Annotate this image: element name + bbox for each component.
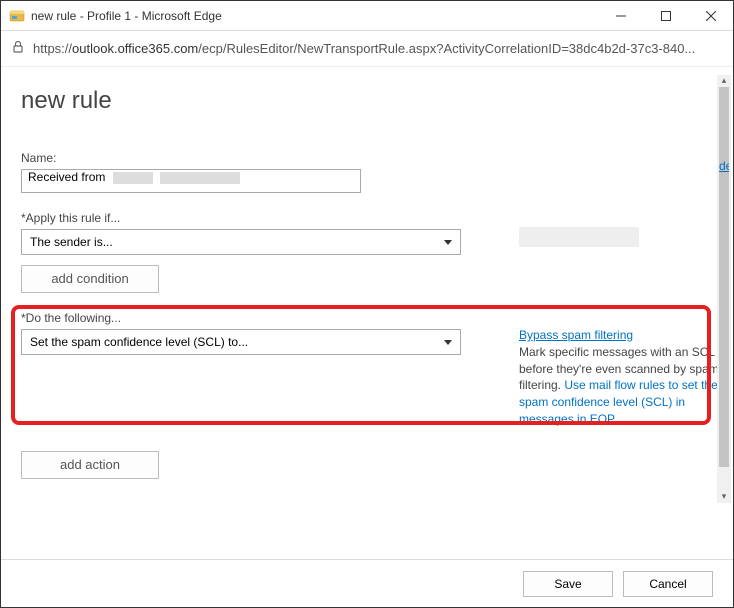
url-text[interactable]: https://outlook.office365.com/ecp/RulesE… (33, 41, 723, 56)
url-domain: outlook.office365.com (72, 41, 198, 56)
content-wrap: new rule Name: Received from *Apply this… (1, 67, 733, 607)
do-following-label: *Do the following... (21, 311, 703, 325)
add-action-button[interactable]: add action (21, 451, 159, 479)
redacted-box (519, 227, 639, 247)
bypass-spam-title-link[interactable]: Bypass spam filtering (519, 328, 633, 342)
do-following-dropdown[interactable]: Set the spam confidence level (SCL) to..… (21, 329, 461, 355)
maximize-button[interactable] (643, 1, 688, 30)
page-title: new rule (21, 87, 703, 115)
scroll-up-arrow[interactable]: ▴ (717, 75, 731, 87)
cancel-button[interactable]: Cancel (623, 571, 713, 597)
name-section: Name: Received from (21, 151, 703, 193)
name-label: Name: (21, 151, 703, 165)
dialog-footer: Save Cancel (1, 559, 733, 607)
window-controls (598, 1, 733, 30)
save-button[interactable]: Save (523, 571, 613, 597)
apply-if-section: *Apply this rule if... The sender is... … (21, 211, 703, 293)
window-title: new rule - Profile 1 - Microsoft Edge (31, 9, 598, 23)
add-condition-button[interactable]: add condition (21, 265, 159, 293)
bypass-spam-info: Bypass spam filtering Mark specific mess… (519, 327, 724, 428)
address-bar: https://outlook.office365.com/ecp/RulesE… (1, 31, 733, 67)
scroll-thumb[interactable] (719, 87, 729, 467)
background-link-fragment: de (719, 159, 729, 173)
apply-if-label: *Apply this rule if... (21, 211, 703, 225)
redacted-text (113, 172, 153, 184)
vertical-scrollbar[interactable]: ▴ ▾ (717, 75, 731, 503)
minimize-button[interactable] (598, 1, 643, 30)
close-button[interactable] (688, 1, 733, 30)
apply-if-dropdown[interactable]: The sender is... (21, 229, 461, 255)
scroll-down-arrow[interactable]: ▾ (717, 491, 731, 503)
lock-icon (11, 40, 25, 57)
app-icon (9, 8, 25, 24)
do-following-section: *Do the following... Set the spam confid… (21, 311, 703, 549)
page-content: new rule Name: Received from *Apply this… (1, 67, 733, 559)
redacted-text (160, 172, 240, 184)
window-titlebar: new rule - Profile 1 - Microsoft Edge (1, 1, 733, 31)
sender-side-info (519, 227, 724, 247)
rule-name-input[interactable]: Received from (21, 169, 361, 193)
